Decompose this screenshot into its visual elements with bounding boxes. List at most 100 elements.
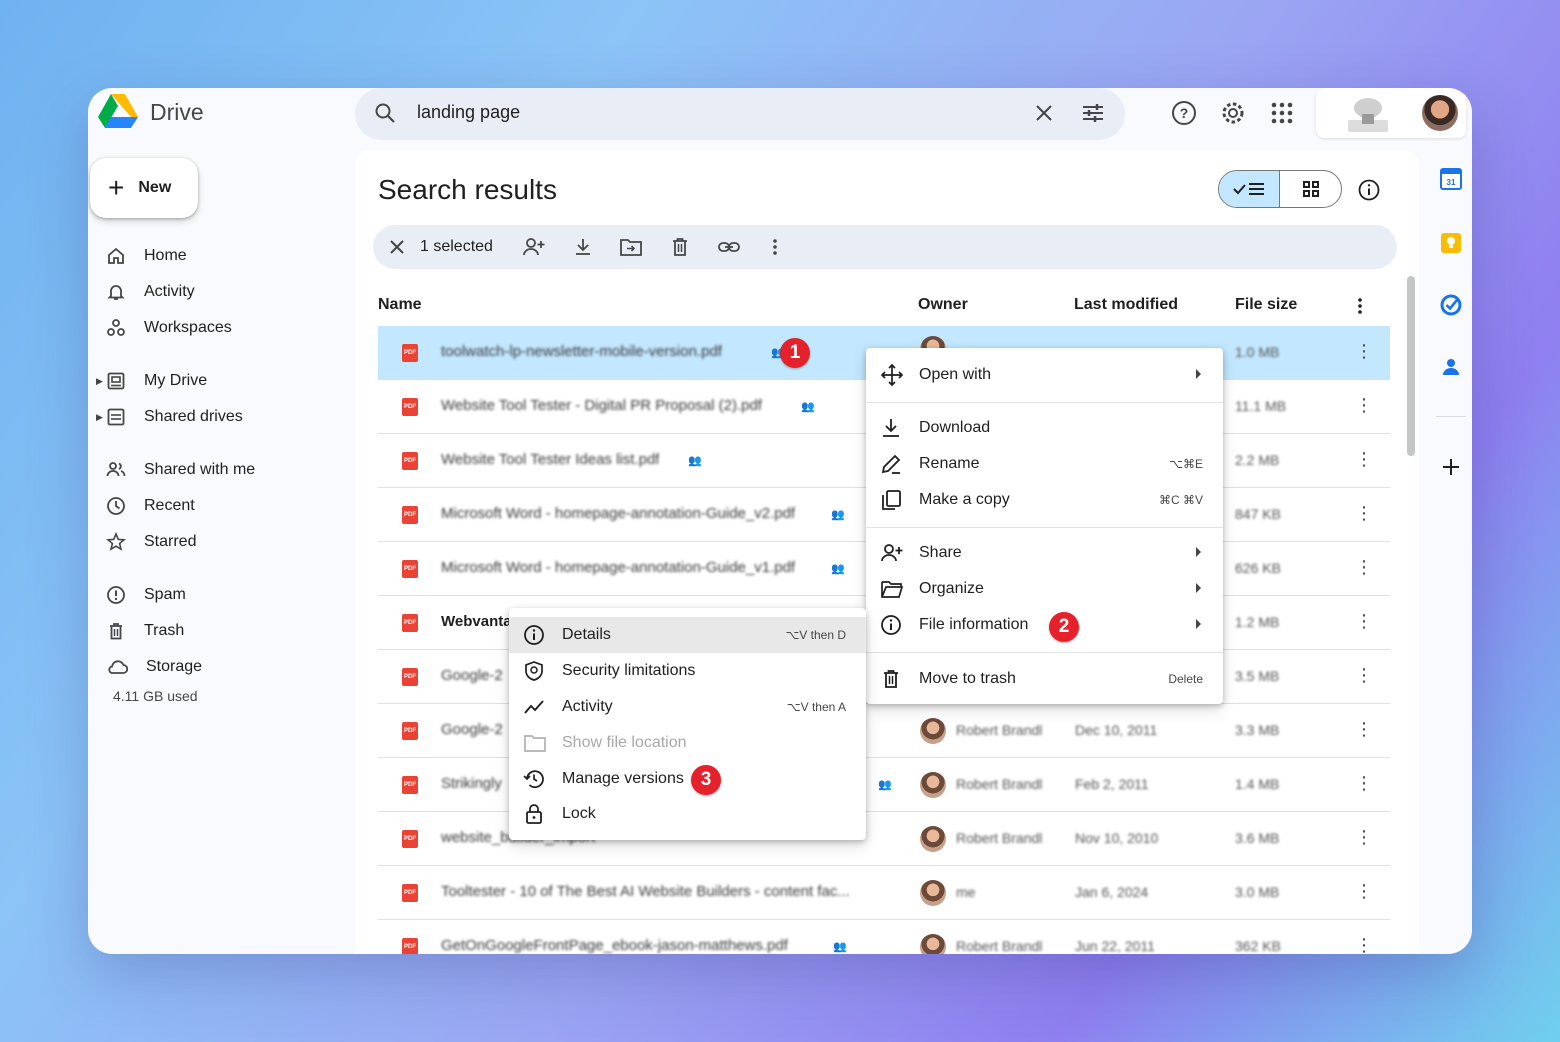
sidebar-item-shared-drives[interactable]: Shared drives	[106, 403, 243, 431]
table-row[interactable]: PDF GetOnGoogleFrontPage_ebook-jason-mat…	[378, 920, 1390, 954]
row-more-icon[interactable]: ⋮	[1355, 720, 1373, 738]
row-more-icon[interactable]: ⋮	[1355, 936, 1373, 954]
sidebar-item-storage[interactable]: Storage	[106, 653, 202, 681]
cloud-icon	[108, 660, 128, 674]
column-header-size[interactable]: File size	[1235, 296, 1297, 314]
sidebar-item-spam[interactable]: Spam	[106, 581, 186, 609]
view-toggle[interactable]	[1218, 170, 1342, 208]
column-header-name[interactable]: Name	[378, 296, 422, 314]
menu-item-rename[interactable]: Rename ⌥⌘E	[866, 446, 1223, 482]
apps-grid-icon[interactable]	[1268, 99, 1296, 127]
pdf-icon: PDF	[402, 560, 418, 578]
drive-logo[interactable]: Drive	[98, 94, 204, 130]
menu-item-make-copy[interactable]: Make a copy ⌘C ⌘V	[866, 482, 1223, 518]
sidebar-item-label: Workspaces	[144, 319, 232, 336]
help-icon[interactable]: ?	[1170, 99, 1198, 127]
expand-my-drive-icon[interactable]: ▶	[96, 376, 103, 387]
contacts-icon[interactable]	[1440, 356, 1462, 378]
row-more-icon[interactable]: ⋮	[1355, 828, 1373, 846]
menu-item-manage-versions[interactable]: Manage versions	[509, 761, 866, 797]
menu-item-download[interactable]: Download	[866, 410, 1223, 446]
menu-item-security-limitations[interactable]: Security limitations	[509, 653, 866, 689]
link-icon[interactable]	[717, 236, 741, 258]
trash-icon[interactable]	[670, 236, 690, 258]
clear-selection-icon[interactable]	[387, 237, 407, 257]
spam-icon	[107, 586, 125, 604]
row-more-icon[interactable]: ⋮	[1355, 504, 1373, 522]
keep-icon[interactable]	[1440, 232, 1462, 254]
download-icon[interactable]	[572, 236, 594, 258]
row-more-icon[interactable]: ⋮	[1355, 882, 1373, 900]
sidebar-item-label: My Drive	[144, 372, 208, 389]
row-more-icon[interactable]: ⋮	[1355, 774, 1373, 792]
column-header-modified[interactable]: Last modified	[1074, 296, 1178, 314]
search-options-icon[interactable]	[1081, 101, 1105, 125]
file-size: 847 KB	[1235, 506, 1281, 522]
row-more-icon[interactable]: ⋮	[1355, 612, 1373, 630]
scrollbar[interactable]	[1407, 276, 1415, 456]
search-input[interactable]: landing page	[417, 102, 520, 123]
app-name: Drive	[150, 98, 204, 125]
row-more-icon[interactable]: ⋮	[1355, 558, 1373, 576]
sidebar-item-trash[interactable]: Trash	[106, 617, 184, 645]
sidebar-item-starred[interactable]: Starred	[106, 528, 196, 556]
table-row[interactable]: PDF Tooltester - 10 of The Best AI Websi…	[378, 866, 1390, 920]
row-more-icon[interactable]: ⋮	[1355, 396, 1373, 414]
file-size: 2.2 MB	[1235, 452, 1280, 468]
search-bar[interactable]: landing page	[355, 88, 1125, 140]
sidebar-item-activity[interactable]: Activity	[106, 278, 195, 306]
row-more-icon[interactable]: ⋮	[1355, 450, 1373, 468]
last-modified: Jan 6, 2024	[1075, 884, 1149, 900]
menu-item-move-to-trash[interactable]: Move to trash Delete	[866, 661, 1223, 697]
info-icon[interactable]	[1357, 178, 1381, 202]
selection-toolbar: 1 selected	[373, 225, 1397, 269]
share-person-add-icon[interactable]	[522, 236, 546, 258]
menu-item-lock[interactable]: Lock	[509, 796, 866, 832]
pdf-icon: PDF	[402, 722, 418, 740]
row-more-icon[interactable]: ⋮	[1355, 342, 1373, 360]
sidebar-item-home[interactable]: Home	[106, 242, 187, 270]
sidebar-item-workspaces[interactable]: Workspaces	[106, 314, 232, 342]
menu-item-share[interactable]: Share	[866, 535, 1223, 571]
grid-view-button[interactable]	[1280, 171, 1341, 207]
shared-drives-icon	[107, 408, 125, 426]
menu-item-file-information[interactable]: File information	[866, 607, 1223, 643]
move-to-folder-icon[interactable]	[619, 236, 643, 258]
file-name: Google-2	[441, 667, 503, 684]
sidebar-item-label: Shared drives	[144, 408, 243, 425]
gear-icon[interactable]	[1219, 99, 1247, 127]
menu-item-organize[interactable]: Organize	[866, 571, 1223, 607]
close-icon[interactable]	[1033, 102, 1055, 124]
more-vert-icon[interactable]	[769, 236, 781, 258]
step-badge-2: 2	[1049, 612, 1079, 642]
menu-item-open-with[interactable]: Open with	[866, 357, 1223, 393]
owner-avatar	[920, 880, 946, 906]
file-name: toolwatch-lp-newsletter-mobile-version.p…	[441, 343, 722, 360]
menu-shortcut: ⌥V then D	[785, 628, 846, 642]
menu-divider	[866, 402, 1223, 403]
column-header-owner[interactable]: Owner	[918, 296, 968, 314]
list-view-button[interactable]	[1219, 171, 1281, 207]
menu-item-activity[interactable]: Activity ⌥V then A	[509, 689, 866, 725]
new-button[interactable]: + New	[90, 158, 198, 218]
sidebar-item-my-drive[interactable]: My Drive	[106, 367, 207, 395]
row-more-icon[interactable]: ⋮	[1355, 666, 1373, 684]
drive-window: Drive landing page ? + New Home Activity…	[88, 88, 1472, 954]
sidebar-item-shared-with-me[interactable]: Shared with me	[106, 456, 255, 484]
file-size: 362 KB	[1235, 938, 1281, 954]
add-addon-icon[interactable]	[1440, 456, 1462, 478]
file-name: Strikingly	[441, 775, 502, 792]
account-area[interactable]	[1316, 88, 1466, 138]
sidebar-item-recent[interactable]: Recent	[106, 492, 195, 520]
avatar[interactable]	[1422, 95, 1458, 131]
tasks-icon[interactable]	[1440, 294, 1462, 316]
rail-divider	[1436, 416, 1466, 417]
calendar-icon[interactable]: 31	[1440, 168, 1462, 190]
menu-item-show-file-location[interactable]: Show file location	[509, 725, 866, 761]
expand-shared-drives-icon[interactable]: ▶	[96, 412, 103, 423]
file-name: Google-2	[441, 721, 503, 738]
owner-name: me	[956, 884, 976, 900]
column-options-icon[interactable]	[1354, 296, 1366, 316]
search-icon[interactable]	[373, 101, 397, 125]
menu-item-details[interactable]: Details ⌥V then D	[509, 617, 866, 653]
